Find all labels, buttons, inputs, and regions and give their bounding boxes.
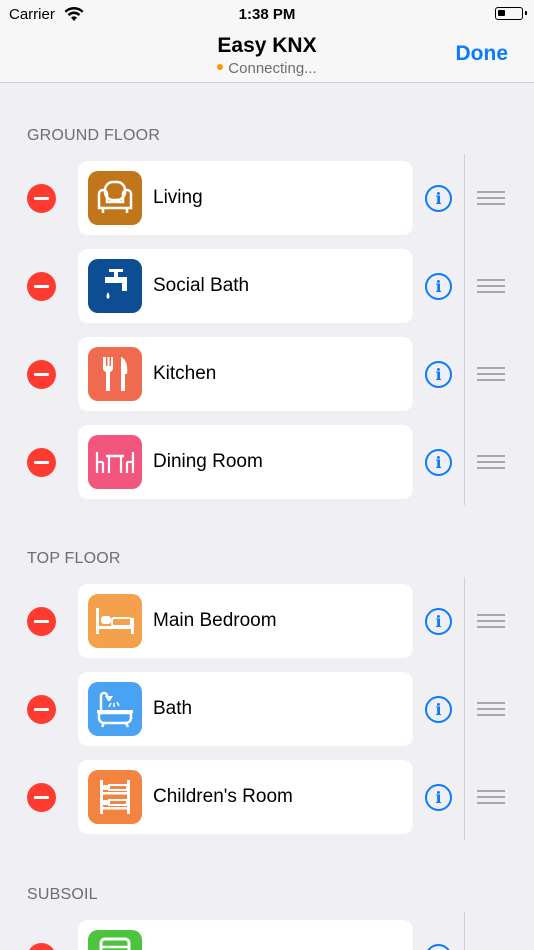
delete-button[interactable] [27,184,56,213]
navigation-bar: Easy KNX Connecting... Done [0,30,534,83]
room-card[interactable]: Bath [78,672,413,746]
delete-button[interactable] [27,272,56,301]
bathtub-icon [88,682,142,736]
washer-icon [88,930,142,950]
room-card[interactable]: Main Bedroom [78,584,413,658]
room-label: Children's Room [153,786,293,807]
info-icon[interactable]: i [425,449,452,476]
room-label: Dining Room [153,451,263,472]
fork-knife-icon [88,347,142,401]
room-row-social-bath: Social Bath i [0,249,534,323]
reorder-handle-icon[interactable] [477,454,505,470]
room-card[interactable]: Kitchen [78,337,413,411]
info-icon[interactable]: i [425,608,452,635]
reorder-handle-icon[interactable] [477,789,505,805]
armchair-icon [88,171,142,225]
room-row-subsoil: i [0,920,534,950]
delete-button[interactable] [27,607,56,636]
delete-button[interactable] [27,783,56,812]
reorder-handle-icon[interactable] [477,366,505,382]
info-icon[interactable]: i [425,273,452,300]
delete-button[interactable] [27,360,56,389]
room-row-kitchen: Kitchen i [0,337,534,411]
room-row-living: Living i [0,161,534,235]
done-button[interactable]: Done [456,42,509,66]
info-icon[interactable]: i [425,185,452,212]
status-dot-icon [217,64,224,71]
reorder-handle-icon[interactable] [477,190,505,206]
room-label: Social Bath [153,275,250,296]
room-card[interactable]: Social Bath [78,249,413,323]
room-row-bath: Bath i [0,672,534,746]
info-icon[interactable]: i [425,361,452,388]
connection-status: Connecting... [0,60,534,77]
reorder-handle-icon[interactable] [477,613,505,629]
room-card[interactable]: Living [78,161,413,235]
faucet-icon [88,259,142,313]
section-header-top-floor: TOP FLOOR [27,550,121,567]
room-card[interactable] [78,920,413,950]
info-icon[interactable]: i [425,944,452,950]
connection-status-label: Connecting... [228,60,317,77]
bed-icon [88,594,142,648]
room-row-main-bedroom: Main Bedroom i [0,584,534,658]
status-bar: Carrier 1:38 PM [0,0,534,30]
reorder-handle-icon[interactable] [477,278,505,294]
room-card[interactable]: Dining Room [78,425,413,499]
dining-table-icon [88,435,142,489]
battery-icon [495,7,527,20]
section-header-subsoil: SUBSOIL [27,886,98,903]
clock: 1:38 PM [238,6,296,23]
room-label: Main Bedroom [153,610,277,631]
delete-button[interactable] [27,695,56,724]
room-row-childrens-room: Children's Room i [0,760,534,834]
room-card[interactable]: Children's Room [78,760,413,834]
room-label: Kitchen [153,363,217,384]
info-icon[interactable]: i [425,784,452,811]
room-label: Living [153,187,203,208]
info-icon[interactable]: i [425,696,452,723]
delete-button[interactable] [27,448,56,477]
room-label: Bath [153,698,193,719]
bunk-bed-icon [88,770,142,824]
room-row-dining-room: Dining Room i [0,425,534,499]
reorder-handle-icon[interactable] [477,701,505,717]
delete-button[interactable] [27,943,56,950]
page-title: Easy KNX [217,34,317,57]
section-header-ground-floor: GROUND FLOOR [27,127,161,144]
